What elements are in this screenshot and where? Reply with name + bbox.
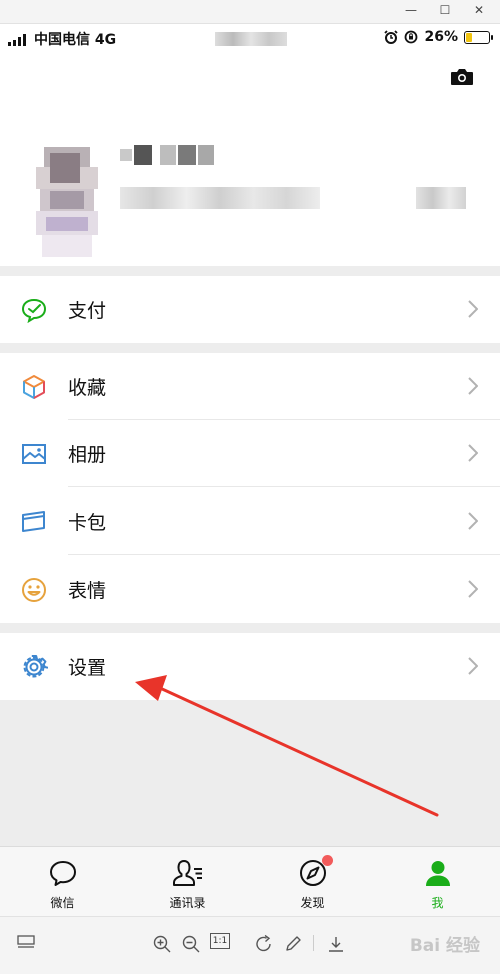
tab-label-chats: 微信 bbox=[50, 896, 75, 910]
zoom-in-icon[interactable] bbox=[152, 934, 172, 954]
person-icon bbox=[425, 861, 450, 886]
contacts-icon bbox=[172, 860, 202, 886]
annotation-arrow bbox=[135, 675, 439, 817]
watermark: Bai 经验 bbox=[409, 936, 480, 956]
rotate-icon[interactable] bbox=[254, 934, 274, 954]
tab-discover[interactable]: 发现 bbox=[250, 847, 375, 916]
thumbnail-strip-icon[interactable] bbox=[16, 934, 36, 950]
tab-label-contacts: 通讯录 bbox=[169, 896, 206, 910]
notification-dot bbox=[322, 855, 333, 866]
viewer-toolbar: 1:1 Bai 经验 bbox=[0, 916, 500, 974]
actual-size-button[interactable]: 1:1 bbox=[210, 933, 230, 949]
tab-label-discover: 发现 bbox=[300, 896, 325, 910]
pen-icon[interactable] bbox=[283, 934, 303, 954]
tab-chats[interactable]: 微信 bbox=[0, 847, 125, 916]
tab-label-me: 我 bbox=[431, 896, 444, 910]
download-icon[interactable] bbox=[326, 934, 346, 954]
tab-me[interactable]: 我 bbox=[375, 847, 500, 916]
chat-bubble-icon bbox=[49, 861, 76, 886]
tab-bar: 微信 通讯录 发现 我 bbox=[0, 846, 500, 916]
zoom-out-icon[interactable] bbox=[181, 934, 201, 954]
tab-contacts[interactable]: 通讯录 bbox=[125, 847, 250, 916]
